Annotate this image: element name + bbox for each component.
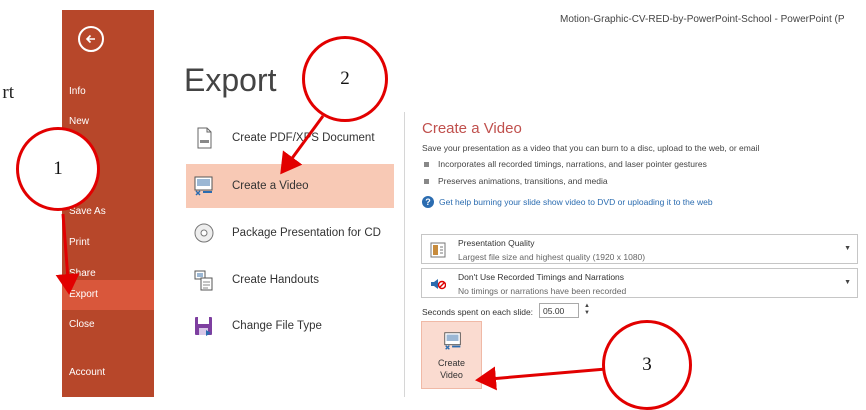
window-title: Motion-Graphic-CV-RED-by-PowerPoint-Scho…: [560, 14, 845, 25]
feature-bullet: Incorporates all recorded timings, narra…: [424, 159, 707, 169]
feature-bullet: Preserves animations, transitions, and m…: [424, 176, 608, 186]
no-narration-icon: [431, 279, 446, 290]
button-label-line1: Create: [437, 358, 465, 368]
option-label: Create PDF/XPS Document: [232, 132, 375, 144]
callout-marker: 1: [16, 127, 100, 211]
dropdown-description: Largest file size and highest quality (1…: [458, 252, 646, 262]
save-file-type-icon: [195, 317, 212, 336]
video-icon: [194, 176, 213, 196]
option-label: Create a Video: [232, 180, 309, 192]
option-create-pdf[interactable]: Create PDF/XPS Document: [186, 116, 394, 160]
dropdown-value: Presentation Quality: [458, 238, 535, 248]
section-description: Save your presentation as a video that y…: [422, 143, 760, 153]
help-icon: ?: [422, 196, 434, 208]
nav-close[interactable]: Close: [62, 310, 154, 340]
nav-export[interactable]: Export: [62, 280, 154, 310]
button-label-line2: Video: [440, 370, 463, 380]
option-package-cd[interactable]: Package Presentation for CD: [186, 211, 394, 255]
seconds-input[interactable]: 05.00: [539, 303, 579, 318]
presentation-quality-icon: [430, 242, 446, 258]
cd-icon: [194, 223, 214, 243]
section-title: Create a Video: [422, 120, 522, 137]
nav-print[interactable]: Print: [62, 228, 154, 258]
outer-text-fragment: rt: [2, 82, 14, 103]
page-title: Export: [184, 62, 277, 98]
option-label: Create Handouts: [232, 274, 319, 286]
create-video-button[interactable]: Create Video: [421, 321, 482, 389]
option-label: Package Presentation for CD: [232, 227, 381, 239]
option-change-file-type[interactable]: Change File Type: [186, 304, 394, 348]
handouts-icon: [194, 270, 213, 291]
arrow-to-create-video-button: [475, 366, 607, 391]
chevron-down-icon: ▼: [844, 279, 851, 286]
dropdown-description: No timings or narrations have been recor…: [458, 286, 627, 296]
panel-divider: [404, 112, 405, 397]
pdf-document-icon: [197, 127, 212, 149]
dropdown-value: Don't Use Recorded Timings and Narration…: [458, 272, 625, 282]
video-icon: [444, 332, 461, 350]
back-arrow-icon[interactable]: [78, 26, 104, 52]
option-create-handouts[interactable]: Create Handouts: [186, 258, 394, 302]
quality-dropdown[interactable]: Presentation Quality Largest file size a…: [421, 234, 858, 264]
option-create-video[interactable]: Create a Video: [186, 164, 394, 208]
nav-info[interactable]: Info: [62, 77, 154, 107]
chevron-down-icon: ▼: [844, 245, 851, 252]
seconds-label: Seconds spent on each slide:: [422, 307, 534, 317]
option-label: Change File Type: [232, 320, 322, 332]
seconds-spinner[interactable]: ▲ ▼: [582, 303, 592, 318]
help-link[interactable]: ? Get help burning your slide show video …: [422, 196, 713, 208]
nav-account[interactable]: Account: [62, 358, 154, 388]
callout-marker: 2: [302, 36, 388, 122]
timings-dropdown[interactable]: Don't Use Recorded Timings and Narration…: [421, 268, 858, 298]
